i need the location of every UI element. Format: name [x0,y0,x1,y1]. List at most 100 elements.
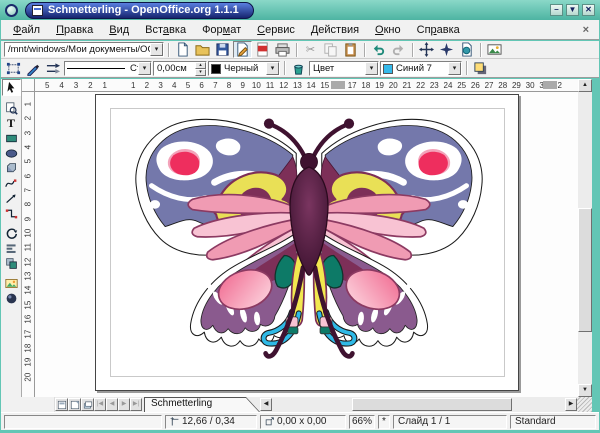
line-tool[interactable] [2,191,21,206]
layer-view-button[interactable] [81,398,94,411]
window-title-pill: Schmetterling - OpenOffice.org 1.1.1 [25,2,254,19]
cube-glyph [5,162,18,175]
line-color-dropdown-icon[interactable]: ▾ [266,62,279,75]
fill-type-combobox[interactable]: Цвет ▾ [309,61,379,76]
ruler-number: 17 [22,327,35,340]
select-tool[interactable] [2,79,21,96]
menu-file[interactable]: Файл [5,21,48,39]
new-document-icon[interactable] [173,41,192,58]
navigator-icon[interactable] [417,41,436,58]
rectangle-glyph [5,132,18,145]
3d-objects-tool[interactable] [2,161,21,176]
url-combobox[interactable]: /mnt/windows/Мои документы/OObasic/Schme… [4,42,164,57]
minimize-button[interactable]: – [550,4,563,16]
spin-down-icon[interactable]: ▾ [195,69,206,76]
status-size-field[interactable]: 0,00 x 0,00 [260,415,346,429]
last-slide-button[interactable]: ▶| [130,398,142,411]
line-width-spinner[interactable]: 0,00см ▴ ▾ [153,61,207,76]
status-layout-field[interactable]: Standard [510,415,596,429]
effects-tool[interactable] [2,291,21,306]
fill-color-combobox[interactable]: Синий 7 ▾ [380,61,462,76]
arrow-style-icon[interactable] [44,60,63,77]
tab-schmetterling[interactable]: Schmetterling [144,397,260,412]
rectangle-tool[interactable] [2,131,21,146]
paste-icon[interactable] [341,41,360,58]
spin-up-icon[interactable]: ▴ [195,62,206,69]
line-dialog-icon[interactable] [24,60,43,77]
prev-slide-button[interactable]: ◀ [106,398,118,411]
undo-icon[interactable] [369,41,388,58]
line-style-dropdown-icon[interactable]: ▾ [138,62,151,75]
export-pdf-icon[interactable] [253,41,272,58]
window-resize-grip[interactable] [577,397,592,412]
first-slide-button[interactable]: |◀ [94,398,106,411]
line-style-combobox[interactable]: Ст ▾ [64,61,152,76]
shadow-icon[interactable] [471,60,490,77]
scroll-right-icon[interactable]: ▶ [565,398,577,411]
close-button[interactable]: ✕ [582,4,595,16]
redo-icon[interactable] [389,41,408,58]
scroll-down-icon[interactable]: ▼ [578,384,592,397]
line-color-swatch [211,64,221,74]
menu-tools[interactable]: Сервис [249,21,303,39]
next-slide-button[interactable]: ▶ [118,398,130,411]
align-tool[interactable] [2,241,21,256]
ellipse-tool[interactable] [2,146,21,161]
connector-tool[interactable] [2,206,21,221]
gallery-icon[interactable] [485,41,504,58]
curve-tool[interactable] [2,176,21,191]
ruler-number: 2 [83,81,97,90]
hyperlink-icon[interactable] [457,41,476,58]
status-position-field[interactable]: 12,66 / 0,34 [165,415,257,429]
text-tool[interactable]: T [2,116,21,131]
menu-help[interactable]: Справка [409,21,468,39]
scroll-up-icon[interactable]: ▲ [578,79,592,92]
menu-window[interactable]: Окно [367,21,409,39]
master-view-button[interactable] [68,398,81,411]
scroll-left-icon[interactable]: ◀ [260,398,272,411]
shadow-glyph [473,61,488,76]
align-glyph [5,242,18,255]
url-dropdown-icon[interactable]: ▾ [150,43,163,56]
insert-tool[interactable] [2,276,21,291]
print-icon[interactable] [273,41,292,58]
menu-actions[interactable]: Действия [303,21,367,39]
menu-edit[interactable]: Правка [48,21,101,39]
open-icon[interactable] [193,41,212,58]
ruler-number: 15 [22,298,35,311]
title-bar: Schmetterling - OpenOffice.org 1.1.1 – ▼… [0,0,600,20]
slide-page[interactable] [95,94,519,391]
area-dialog-icon[interactable] [289,60,308,77]
arrange-tool[interactable] [2,256,21,271]
butterfly-drawing[interactable] [126,104,492,390]
vertical-scrollbar[interactable]: ▲ ▼ [578,79,592,397]
page-view-button[interactable] [55,398,68,411]
menu-insert[interactable]: Вставка [137,21,194,39]
layer-view-glyph [83,400,93,410]
line-color-combobox[interactable]: Черный ▾ [208,61,280,76]
cut-icon[interactable]: ✂ [301,41,320,58]
status-slide-field[interactable]: Слайд 1 / 1 [393,415,507,429]
window-menu-button[interactable] [5,4,18,17]
zoom-tool[interactable] [2,101,21,116]
zoom-icon[interactable] [437,41,456,58]
edit-file-icon[interactable] [233,41,252,58]
close-document-icon[interactable]: × [577,24,595,36]
page-view-glyph [57,400,67,410]
menu-format[interactable]: Формат [194,21,249,39]
rotate-tool[interactable] [2,226,21,241]
edit-points-icon[interactable] [4,60,23,77]
drawing-canvas[interactable] [35,92,578,397]
maximize-button[interactable]: ▼ [566,4,579,16]
line-style-preview [67,68,125,69]
ruler-number: 12 [277,81,291,90]
fill-color-dropdown-icon[interactable]: ▾ [448,62,461,75]
horizontal-scrollbar[interactable] [272,398,565,411]
save-icon[interactable] [213,41,232,58]
status-zoom-field[interactable]: 66% [349,415,375,429]
fill-type-dropdown-icon[interactable]: ▾ [365,62,378,75]
menu-view[interactable]: Вид [101,21,137,39]
horizontal-scroll-thumb[interactable] [352,398,512,411]
vertical-scroll-thumb[interactable] [578,208,592,332]
copy-icon[interactable] [321,41,340,58]
